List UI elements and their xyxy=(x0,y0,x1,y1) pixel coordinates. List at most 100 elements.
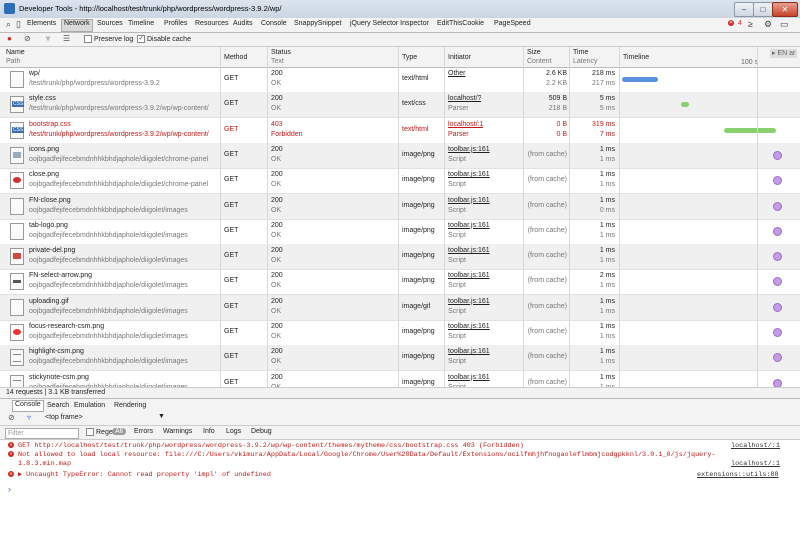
table-row[interactable]: FN-close.png oojbgadfejifecebmdnhhkbhdjap… xyxy=(0,193,800,220)
tab-console[interactable]: Console xyxy=(261,20,287,27)
clear-console-icon[interactable]: ⊘ xyxy=(8,413,15,422)
initiator-link[interactable]: toolbar.js:161 xyxy=(448,221,490,231)
col-status[interactable]: Status Text xyxy=(271,48,291,66)
request-name[interactable]: FN-close.png xyxy=(29,196,219,206)
timeline-cache-marker[interactable] xyxy=(773,302,782,312)
drawer-tab-emulation[interactable]: Emulation xyxy=(74,402,105,409)
tab-resources[interactable]: Resources xyxy=(195,20,228,27)
table-row[interactable]: tab-logo.png oojbgadfejifecebmdnhhkbhdjap… xyxy=(0,219,800,245)
dock-icon[interactable]: ▭ xyxy=(780,19,789,30)
error-count-badge[interactable]: ✕ 4 xyxy=(728,20,742,27)
initiator-link[interactable]: toolbar.js:161 xyxy=(448,373,490,383)
col-method[interactable]: Method xyxy=(224,53,247,62)
initiator-link[interactable]: toolbar.js:161 xyxy=(448,347,490,357)
tab-timeline[interactable]: Timeline xyxy=(128,20,154,27)
console-message-text[interactable]: ▶ Uncaught TypeError: Cannot read proper… xyxy=(18,471,271,479)
initiator-link[interactable]: localhost/? xyxy=(448,94,481,104)
tab-editthiscookie[interactable]: EditThisCookie xyxy=(437,20,484,27)
device-mode-icon[interactable]: ▯ xyxy=(16,19,21,30)
timeline-cache-marker[interactable] xyxy=(773,328,782,337)
frame-select[interactable]: <top frame> xyxy=(45,414,83,421)
table-row[interactable]: icons.png oojbgadfejifecebmdnhhkbhdjaphol… xyxy=(0,142,800,169)
timeline-cache-marker[interactable] xyxy=(773,176,782,186)
timeline-cache-marker[interactable] xyxy=(773,378,782,387)
drawer-tab-rendering[interactable]: Rendering xyxy=(114,402,146,409)
table-row[interactable]: stickynote-csm.pngoojbgadfejifecebmdnhhk… xyxy=(0,371,800,387)
table-row[interactable]: CSS style.css/test/trunk/php/wordpress/wo… xyxy=(0,92,800,119)
clear-icon[interactable]: ⊘ xyxy=(24,34,31,43)
tab-pagespeed[interactable]: PageSpeed xyxy=(494,20,531,27)
inspect-icon[interactable]: ⌕ xyxy=(6,19,11,30)
timeline-cache-marker[interactable] xyxy=(773,353,782,363)
gear-icon[interactable]: ⚙ xyxy=(764,19,772,30)
request-name[interactable]: focus-research-csm.png xyxy=(29,322,219,332)
col-divider[interactable] xyxy=(619,47,620,387)
console-source-link[interactable]: localhost/:1 xyxy=(731,460,780,469)
timeline-cache-marker[interactable] xyxy=(773,150,782,160)
col-divider[interactable] xyxy=(569,47,570,387)
request-name[interactable]: FN-select-arrow.png xyxy=(29,271,219,281)
preserve-log-checkbox[interactable]: Preserve log xyxy=(84,35,133,43)
level-filter-all[interactable]: All xyxy=(112,428,126,435)
disable-cache-checkbox[interactable]: Disable cache xyxy=(137,35,191,43)
request-name[interactable]: uploading.gif xyxy=(29,297,219,307)
initiator-link[interactable]: toolbar.js:161 xyxy=(448,196,490,206)
filter-icon[interactable]: ▿ xyxy=(46,34,50,43)
drawer-tab-console[interactable]: Console xyxy=(12,400,44,412)
col-divider[interactable] xyxy=(220,47,221,387)
col-size[interactable]: Size Content xyxy=(527,48,552,66)
close-window-button[interactable]: ✕ xyxy=(772,2,798,17)
request-name[interactable]: icons.png xyxy=(29,145,219,155)
request-name[interactable]: stickynote-csm.png xyxy=(29,373,219,383)
level-filter-logs[interactable]: Logs xyxy=(226,428,241,435)
timeline-cache-marker[interactable] xyxy=(773,252,782,262)
request-name[interactable]: close.png xyxy=(29,170,219,180)
initiator-link[interactable]: toolbar.js:161 xyxy=(448,246,490,256)
timeline-bar[interactable] xyxy=(681,102,689,108)
tab-elements[interactable]: Elements xyxy=(27,20,56,27)
drawer-tab-search[interactable]: Search xyxy=(47,402,69,409)
table-row[interactable]: close.png oojbgadfejifecebmdnhhkbhdjaphol… xyxy=(0,168,800,195)
timeline-bar[interactable] xyxy=(724,127,776,133)
table-row[interactable]: FN-select-arrow.png oojbgadfejifecebmdnhh… xyxy=(0,269,800,296)
request-name[interactable]: wp/ xyxy=(29,69,219,79)
table-row[interactable]: uploading.gif oojbgadfejifecebmdnhhkbhdja… xyxy=(0,294,800,321)
request-name[interactable]: highlight-csm.png xyxy=(29,347,219,357)
table-row[interactable]: CSS bootstrap.css/test/trunk/php/wordpres… xyxy=(0,118,800,144)
console-source-link[interactable]: localhost/:1 xyxy=(731,442,780,451)
tab-profiles[interactable]: Profiles xyxy=(164,20,187,27)
level-filter-warnings[interactable]: Warnings xyxy=(163,428,192,435)
timeline-sort-toggle[interactable]: ▸ EN ar xyxy=(770,49,798,58)
record-icon[interactable]: ● xyxy=(7,34,12,43)
timeline-bar[interactable] xyxy=(622,77,658,82)
tab-network[interactable]: Network xyxy=(61,19,93,32)
col-type[interactable]: Type xyxy=(402,53,417,62)
col-time[interactable]: Time Latency xyxy=(573,48,598,66)
initiator-link[interactable]: localhost/:1 xyxy=(448,120,483,130)
chevron-down-icon[interactable]: ▼ xyxy=(158,413,165,420)
minimize-button[interactable]: – xyxy=(734,2,754,17)
tab-snappysnippet[interactable]: SnappySnippet xyxy=(294,20,341,27)
maximize-button[interactable]: □ xyxy=(753,2,773,17)
request-name[interactable]: private-del.png xyxy=(29,246,219,256)
console-drawer-icon[interactable]: ≥ xyxy=(748,19,753,29)
timeline-cache-marker[interactable] xyxy=(773,201,782,211)
console-filter-input[interactable]: Filter xyxy=(5,428,79,439)
col-divider[interactable] xyxy=(444,47,445,387)
list-view-icon[interactable]: ☰ xyxy=(63,34,70,43)
table-row[interactable]: wp//test/trunk/php/wordpress/wordpress-3… xyxy=(0,67,800,93)
col-timeline[interactable]: Timeline xyxy=(623,53,649,62)
col-divider[interactable] xyxy=(523,47,524,387)
level-filter-errors[interactable]: Errors xyxy=(134,428,153,435)
filter-icon[interactable]: ▿ xyxy=(27,413,31,422)
timeline-cache-marker[interactable] xyxy=(773,226,782,236)
console-source-link[interactable]: extensions::utils:88 xyxy=(697,471,779,480)
table-row[interactable]: private-del.png oojbgadfejifecebmdnhhkbhd… xyxy=(0,244,800,271)
col-name[interactable]: Name Path xyxy=(6,48,25,66)
tab-audits[interactable]: Audits xyxy=(233,20,252,27)
col-divider[interactable] xyxy=(398,47,399,387)
level-filter-info[interactable]: Info xyxy=(203,428,215,435)
tab-sources[interactable]: Sources xyxy=(97,20,123,27)
initiator-link[interactable]: toolbar.js:161 xyxy=(448,297,490,307)
col-initiator[interactable]: Initiator xyxy=(448,53,471,62)
